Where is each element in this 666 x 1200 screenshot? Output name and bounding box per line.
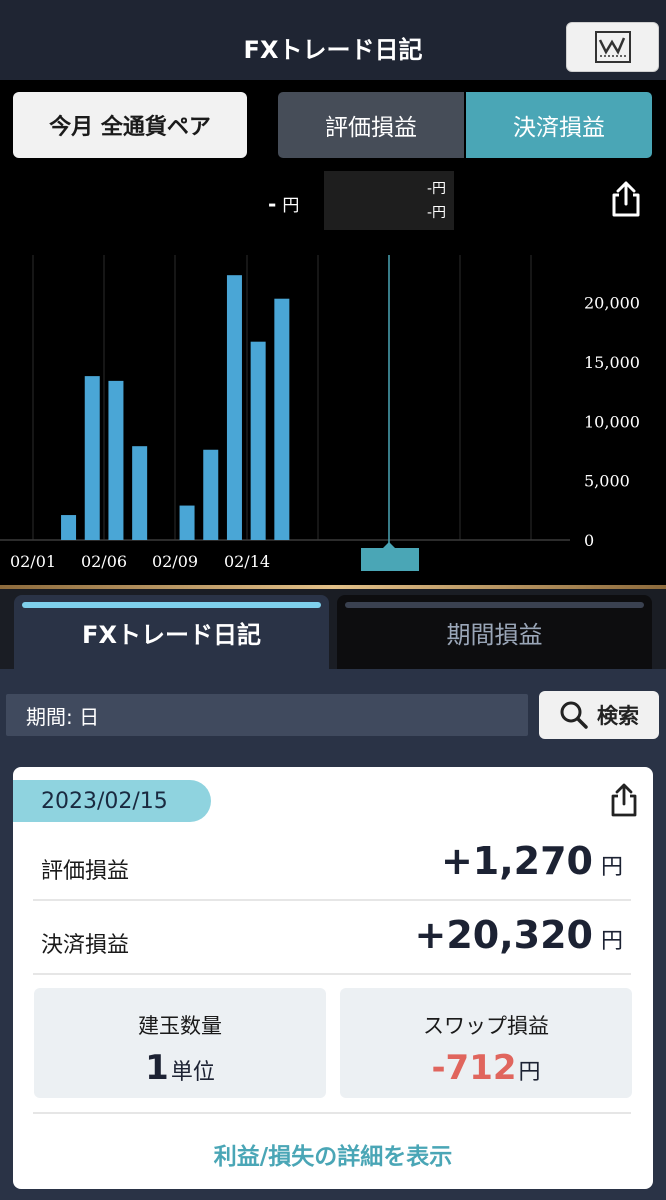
tab-indicator	[22, 602, 321, 608]
unit-label: 円	[600, 929, 623, 954]
chart-bar	[274, 298, 290, 540]
chart-bar	[226, 275, 242, 540]
chart-mode-button[interactable]	[566, 22, 659, 72]
unrealized-pl-row: 評価損益 +1,270 円	[33, 827, 631, 901]
y-tick-label: 10,000	[584, 412, 640, 431]
chart-bar	[108, 380, 124, 540]
summary-line-2: -円	[426, 205, 446, 221]
summary-value: -円	[268, 191, 299, 216]
summary-main-value: -	[268, 192, 277, 216]
segment-realized-pl[interactable]: 決済損益	[466, 92, 652, 158]
x-tick-label: 02/06	[81, 552, 127, 571]
x-tick-label: 02/01	[10, 552, 56, 571]
record-date: 2023/02/15	[13, 780, 211, 822]
summary-main-unit: 円	[282, 196, 300, 216]
position-quantity-tile: 建玉数量 1 単位	[34, 988, 326, 1098]
tile-value: 1 単位	[34, 1048, 326, 1088]
x-tick-label: 02/14	[224, 552, 270, 571]
filter-bar: 期間: 日 検索	[0, 669, 666, 755]
y-tick-label: 0	[584, 531, 594, 550]
unit-label: 円	[518, 1060, 541, 1085]
tile-value: -712 円	[340, 1048, 632, 1088]
search-label: 検索	[597, 704, 639, 728]
tab-fx-diary[interactable]: FXトレード日記	[14, 595, 329, 669]
tile-label: 建玉数量	[138, 1014, 222, 1038]
chart-bar	[203, 449, 219, 540]
row-label: 決済損益	[41, 933, 130, 958]
period-select[interactable]: 期間: 日	[6, 694, 528, 736]
tile-label: スワップ損益	[423, 1014, 549, 1038]
tab-period-pl[interactable]: 期間損益	[337, 595, 652, 669]
share-icon	[612, 181, 640, 217]
position-quantity-value: 1	[145, 1048, 169, 1088]
y-tick-label: 20,000	[584, 294, 640, 313]
search-icon	[560, 701, 588, 729]
share-icon	[611, 783, 637, 817]
line-chart-icon	[594, 31, 631, 63]
realized-pl-value: +20,320	[414, 913, 593, 957]
tab-label: FXトレード日記	[82, 620, 261, 649]
app-header: FXトレード日記	[0, 0, 666, 80]
daily-record-card: 2023/02/15 評価損益 +1,270 円 決済損益 +20,320 円 …	[13, 767, 653, 1189]
chart-cursor-handle[interactable]	[361, 548, 419, 571]
chart-bar	[61, 515, 77, 540]
tab-label: 期間損益	[446, 620, 543, 649]
y-tick-label: 5,000	[584, 472, 630, 491]
x-tick-label: 02/09	[152, 552, 198, 571]
share-record-button[interactable]	[608, 782, 640, 822]
swap-pl-tile: スワップ損益 -712 円	[340, 988, 632, 1098]
chart-cursor-pointer	[383, 542, 395, 548]
tabs-bar: FXトレード日記 期間損益	[0, 589, 666, 669]
share-chart-button[interactable]	[609, 180, 643, 222]
card-divider	[33, 1112, 631, 1114]
search-button[interactable]: 検索	[539, 691, 659, 739]
unit-label: 単位	[170, 1060, 215, 1085]
summary-tooltip-box: -円 -円	[324, 171, 454, 230]
segment-unrealized-pl[interactable]: 評価損益	[278, 92, 464, 158]
show-pl-details-link[interactable]: 利益/損失の詳細を表示	[13, 1137, 653, 1171]
unit-label: 円	[600, 855, 623, 880]
tab-indicator	[345, 602, 644, 608]
realized-pl-row: 決済損益 +20,320 円	[33, 901, 631, 975]
summary-line-1: -円	[426, 181, 446, 197]
chart-bar	[250, 341, 266, 540]
swap-pl-value: -712	[431, 1048, 517, 1088]
pl-bar-chart[interactable]: 0 5,000 10,000 15,000 20,000 02/01 02/06 02/09 0…	[0, 240, 666, 585]
chart-bar	[132, 446, 148, 540]
chart-bar	[84, 376, 100, 540]
period-pair-button[interactable]: 今月 全通貨ペア	[13, 92, 247, 158]
unrealized-pl-value: +1,270	[440, 839, 593, 883]
y-tick-label: 15,000	[584, 353, 640, 372]
row-label: 評価損益	[41, 859, 130, 884]
row-value: +20,320 円	[415, 913, 624, 957]
row-value: +1,270 円	[441, 839, 623, 883]
chart-bar	[179, 505, 195, 540]
